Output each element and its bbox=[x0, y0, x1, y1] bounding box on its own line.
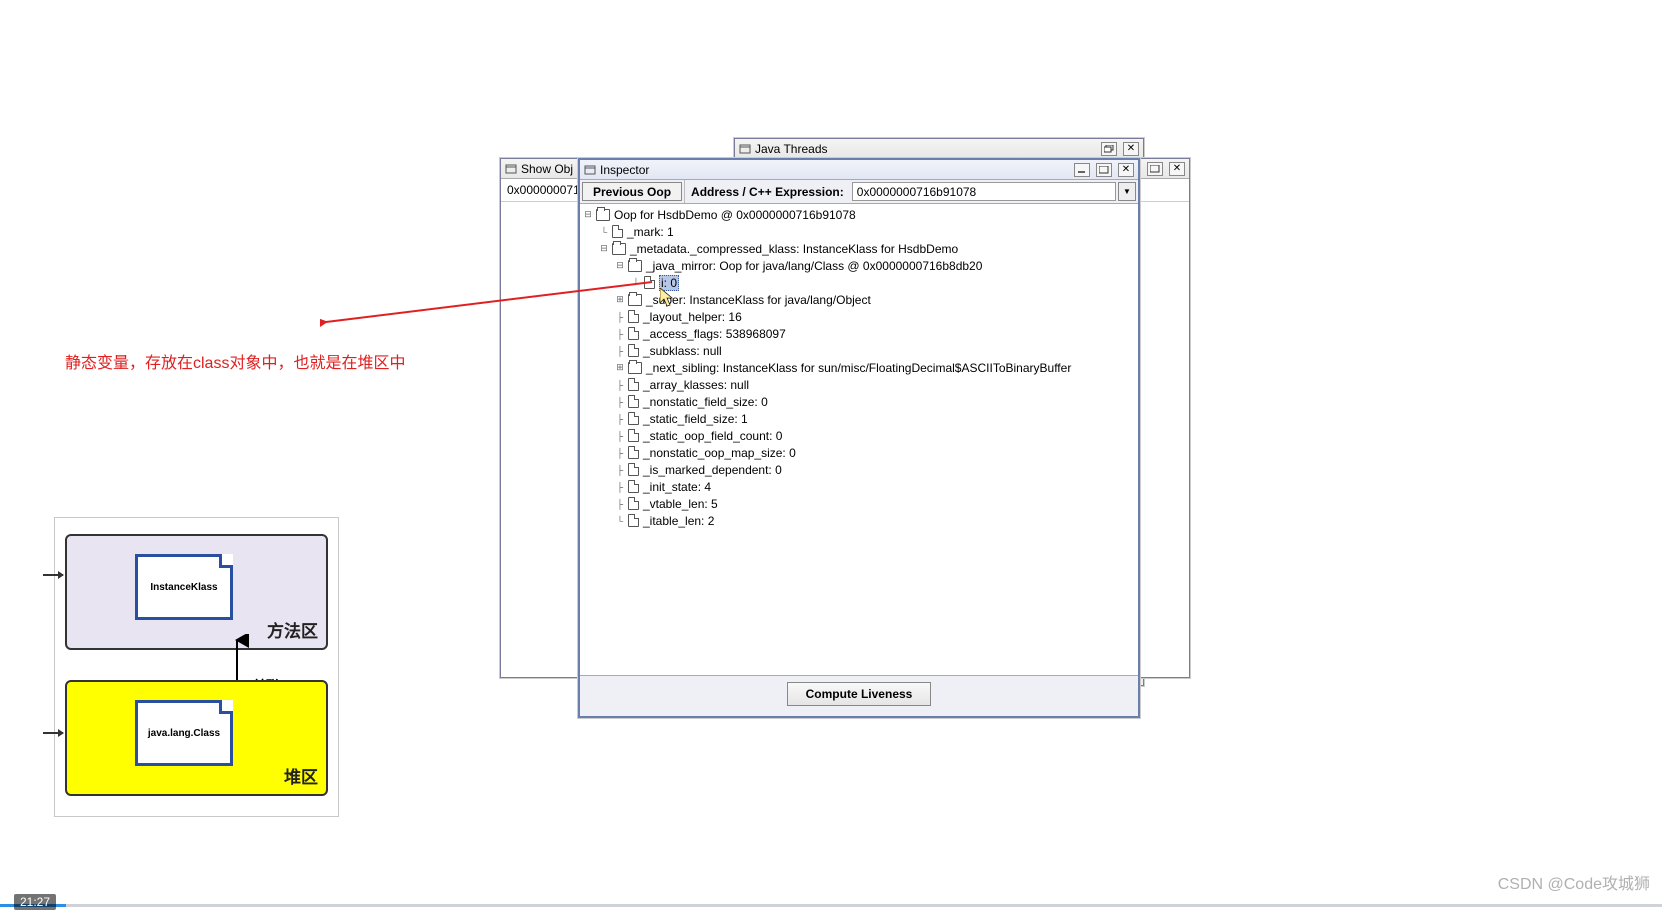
window-icon bbox=[584, 164, 596, 176]
document-icon bbox=[628, 378, 639, 391]
page-corner-icon bbox=[219, 700, 233, 714]
folder-icon bbox=[628, 362, 642, 374]
restore-button[interactable] bbox=[1101, 142, 1117, 156]
tree-branch[interactable]: ⊟ _metadata._compressed_klass: InstanceK… bbox=[582, 240, 1138, 257]
document-icon bbox=[628, 463, 639, 476]
tree-line: ├ bbox=[614, 481, 626, 493]
tree-leaf[interactable]: ├ _nonstatic_field_size: 0 bbox=[582, 393, 1138, 410]
tree-line: ├ bbox=[614, 328, 626, 340]
tree-leaf[interactable]: ├ _static_oop_field_count: 0 bbox=[582, 427, 1138, 444]
box-label: InstanceKlass bbox=[150, 582, 217, 593]
window-icon bbox=[739, 143, 751, 155]
document-icon bbox=[644, 276, 655, 289]
box-label: java.lang.Class bbox=[148, 728, 220, 739]
tree-leaf[interactable]: ├ _vtable_len: 5 bbox=[582, 495, 1138, 512]
page-corner-icon bbox=[219, 554, 233, 568]
tree-line: ├ bbox=[614, 447, 626, 459]
maximize-button[interactable] bbox=[1096, 163, 1112, 177]
zone-label: 堆区 bbox=[284, 763, 318, 788]
previous-oop-button[interactable]: Previous Oop bbox=[582, 182, 682, 201]
document-icon bbox=[628, 310, 639, 323]
tree-line: ├ bbox=[614, 396, 626, 408]
tree-line: ├ bbox=[614, 345, 626, 357]
tree-leaf[interactable]: ├ _is_marked_dependent: 0 bbox=[582, 461, 1138, 478]
inspector-title: Inspector bbox=[600, 163, 1068, 177]
java-threads-titlebar[interactable]: Java Threads ✕ bbox=[735, 139, 1143, 159]
instanceklass-box: InstanceKlass bbox=[135, 554, 233, 620]
address-input[interactable] bbox=[852, 182, 1116, 201]
document-icon bbox=[628, 344, 639, 357]
expand-handle[interactable]: ⊟ bbox=[614, 260, 626, 272]
tree-leaf[interactable]: ├ _static_field_size: 1 bbox=[582, 410, 1138, 427]
tree-line: ├ bbox=[614, 464, 626, 476]
document-icon bbox=[628, 429, 639, 442]
document-icon bbox=[628, 480, 639, 493]
tree-leaf[interactable]: └ _itable_len: 2 bbox=[582, 512, 1138, 529]
annotation-text: 静态变量，存放在class对象中，也就是在堆区中 bbox=[65, 349, 405, 373]
tree-line: ├ bbox=[614, 413, 626, 425]
tree-line: ├ bbox=[614, 430, 626, 442]
inspector-bottombar: Compute Liveness bbox=[580, 676, 1138, 712]
watermark-text: CSDN @Code攻城狮 bbox=[1498, 870, 1650, 894]
window-icon bbox=[505, 163, 517, 175]
folder-icon bbox=[596, 209, 610, 221]
close-button[interactable]: ✕ bbox=[1123, 142, 1139, 156]
java-lang-class-box: java.lang.Class bbox=[135, 700, 233, 766]
document-icon bbox=[628, 412, 639, 425]
tree-line: └ bbox=[598, 226, 610, 238]
inspector-toolbar: Previous Oop Address / C++ Expression: ▼ bbox=[580, 180, 1138, 204]
tree-leaf[interactable]: ├ _access_flags: 538968097 bbox=[582, 325, 1138, 342]
tree-line: └ bbox=[630, 277, 642, 289]
folder-icon bbox=[628, 260, 642, 272]
document-icon bbox=[628, 514, 639, 527]
expand-handle[interactable]: ⊟ bbox=[582, 209, 594, 221]
close-button[interactable]: ✕ bbox=[1118, 163, 1134, 177]
tree-branch[interactable]: ⊟ _java_mirror: Oop for java/lang/Class … bbox=[582, 257, 1138, 274]
zone-label: 方法区 bbox=[267, 617, 318, 642]
java-threads-title: Java Threads bbox=[755, 142, 1095, 156]
memory-diagram: InstanceKlass 方法区 关联 java.lang.Class 堆区 bbox=[54, 517, 339, 817]
inspector-window: Inspector ✕ Previous Oop Address / C++ E… bbox=[578, 158, 1140, 718]
maximize-button[interactable] bbox=[1147, 162, 1163, 176]
close-button[interactable]: ✕ bbox=[1169, 162, 1185, 176]
tree-line: ├ bbox=[614, 379, 626, 391]
inspector-tree[interactable]: ⊟ Oop for HsdbDemo @ 0x0000000716b91078 … bbox=[580, 204, 1138, 676]
expand-handle[interactable]: ⊞ bbox=[614, 362, 626, 374]
folder-icon bbox=[628, 294, 642, 306]
document-icon bbox=[628, 497, 639, 510]
document-icon bbox=[628, 446, 639, 459]
tree-leaf[interactable]: ├ _layout_helper: 16 bbox=[582, 308, 1138, 325]
video-timestamp: 21:27 bbox=[14, 894, 56, 910]
arrow-icon bbox=[43, 732, 63, 734]
compute-liveness-button[interactable]: Compute Liveness bbox=[787, 682, 932, 706]
tree-leaf[interactable]: └ _mark: 1 bbox=[582, 223, 1138, 240]
expand-handle[interactable]: ⊞ bbox=[614, 294, 626, 306]
folder-icon bbox=[612, 243, 626, 255]
method-area-zone: InstanceKlass 方法区 bbox=[65, 534, 328, 650]
tree-leaf[interactable]: ├ _array_klasses: null bbox=[582, 376, 1138, 393]
tree-leaf[interactable]: ├ _nonstatic_oop_map_size: 0 bbox=[582, 444, 1138, 461]
tree-leaf-selected[interactable]: └ i: 0 bbox=[582, 274, 1138, 291]
tree-line: ├ bbox=[614, 311, 626, 323]
tree-branch[interactable]: ⊞ _super: InstanceKlass for java/lang/Ob… bbox=[582, 291, 1138, 308]
expand-handle[interactable]: ⊟ bbox=[598, 243, 610, 255]
tree-line: └ bbox=[614, 515, 626, 527]
address-label: Address / C++ Expression: bbox=[684, 180, 850, 203]
address-dropdown-arrow[interactable]: ▼ bbox=[1118, 182, 1136, 201]
minimize-button[interactable] bbox=[1074, 163, 1090, 177]
tree-leaf[interactable]: ├ _subklass: null bbox=[582, 342, 1138, 359]
inspector-titlebar[interactable]: Inspector ✕ bbox=[580, 160, 1138, 180]
tree-line: ├ bbox=[614, 498, 626, 510]
tree-branch[interactable]: ⊞ _next_sibling: InstanceKlass for sun/m… bbox=[582, 359, 1138, 376]
tree-leaf[interactable]: ├ _init_state: 4 bbox=[582, 478, 1138, 495]
document-icon bbox=[612, 225, 623, 238]
document-icon bbox=[628, 395, 639, 408]
video-progress-bar[interactable] bbox=[0, 904, 1662, 907]
heap-zone: java.lang.Class 堆区 bbox=[65, 680, 328, 796]
arrow-icon bbox=[43, 574, 63, 576]
tree-root[interactable]: ⊟ Oop for HsdbDemo @ 0x0000000716b91078 bbox=[582, 206, 1138, 223]
document-icon bbox=[628, 327, 639, 340]
